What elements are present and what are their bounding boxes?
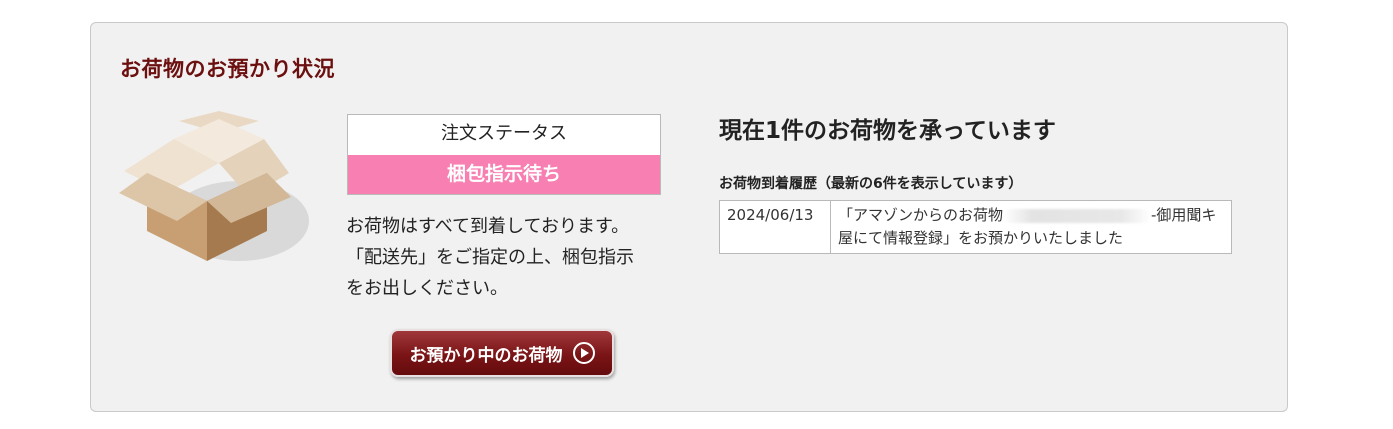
panel-title: お荷物のお預かり状況: [120, 57, 335, 81]
arrival-history-table: 2024/06/13 「アマゾンからのお荷物 -御用聞キ屋にて情報登録」をお預かり…: [719, 200, 1232, 254]
arrival-history-title: お荷物到着履歴（最新の6件を表示しています）: [719, 176, 1023, 192]
status-description-line: 「配送先」をご指定の上、梱包指示: [346, 247, 634, 268]
arrival-message: 「アマゾンからのお荷物 -御用聞キ屋にて情報登録」をお預かりいたしました: [830, 200, 1232, 254]
table-row: 2024/06/13 「アマゾンからのお荷物 -御用聞キ屋にて情報登録」をお預かり…: [719, 200, 1232, 254]
arrival-message-before: 「アマゾンからのお荷物: [838, 206, 1004, 224]
play-circle-icon: [572, 342, 595, 364]
parcel-count-summary: 現在1件のお荷物を承っています: [719, 118, 1056, 144]
order-status-box: 注文ステータス 梱包指示待ち: [347, 114, 661, 195]
parcel-status-panel: お荷物のお預かり状況 注文ステータス 梱包指示待ち お荷物はすべて到着しておりま…: [90, 22, 1288, 412]
stored-parcels-button-label: お預かり中のお荷物: [409, 345, 563, 366]
redacted-text: [1003, 208, 1152, 223]
status-description-line: お荷物はすべて到着しております。: [346, 216, 630, 237]
stored-parcels-button[interactable]: お預かり中のお荷物: [390, 329, 614, 377]
status-description-line: をお出しください。: [346, 278, 508, 299]
order-status-label: 注文ステータス: [348, 115, 660, 155]
status-description: お荷物はすべて到着しております。 「配送先」をご指定の上、梱包指示 をお出しくだ…: [346, 211, 676, 304]
open-cardboard-box-icon: [119, 111, 309, 261]
arrival-date: 2024/06/13: [719, 200, 831, 254]
order-status-value: 梱包指示待ち: [348, 155, 660, 194]
